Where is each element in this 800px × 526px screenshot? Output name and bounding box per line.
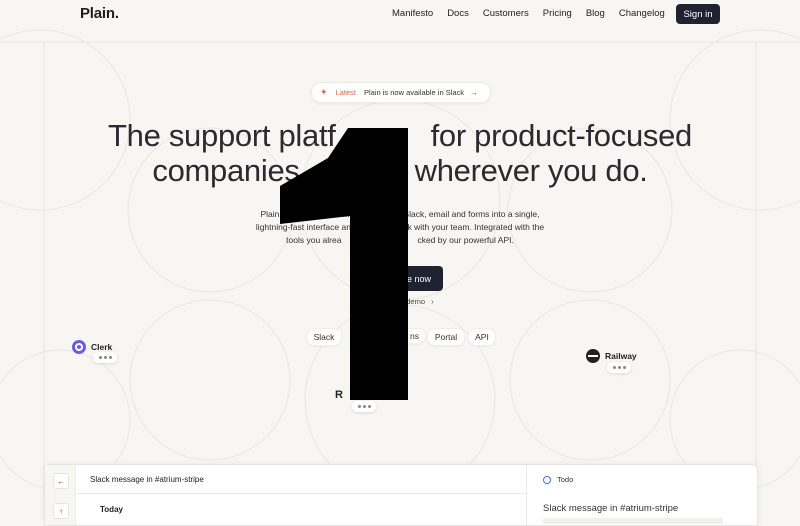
clerk-label: Clerk [91, 342, 113, 352]
chevron-right-icon: › [431, 297, 434, 306]
chip-api[interactable]: API [468, 328, 496, 346]
nav-link-docs[interactable]: Docs [447, 8, 469, 19]
up-arrow-icon[interactable]: ↑ [53, 503, 69, 519]
headline-part: wherever you do. [414, 153, 648, 188]
plain-logo[interactable]: Plain. [80, 5, 119, 22]
nav-link-changelog[interactable]: Changelog [619, 8, 665, 19]
thread-pane: Slack message in #atrium-stripe Today [76, 465, 527, 525]
nav-link-blog[interactable]: Blog [586, 8, 605, 19]
announcement-message: Plain is now available in Slack [363, 88, 465, 97]
sparkle-icon: ✦ [320, 87, 328, 97]
product-preview-panel: ← ↑ Slack message in #atrium-stripe Toda… [44, 464, 758, 526]
clerk-icon [72, 340, 86, 354]
nav-link-pricing[interactable]: Pricing [543, 8, 572, 19]
todo-label: Todo [557, 475, 574, 484]
status-todo[interactable]: Todo [543, 475, 573, 484]
top-nav: Plain. Manifesto Docs Customers Pricing … [0, 0, 800, 30]
back-arrow-icon[interactable]: ← [53, 473, 69, 489]
number-one-overlay [280, 128, 408, 400]
chip-portal[interactable]: Portal [427, 328, 465, 346]
headline-part: for product-focused [430, 118, 693, 153]
details-title: Slack message in #atrium-stripe [543, 503, 679, 514]
panel-toolbar: ← ↑ [45, 465, 76, 525]
railway-label: Railway [605, 351, 637, 361]
nav-link-manifesto[interactable]: Manifesto [392, 8, 433, 19]
typing-indicator [352, 401, 376, 412]
nav-links: Manifesto Docs Customers Pricing Blog Ch… [392, 8, 679, 19]
details-placeholder [543, 518, 723, 524]
arrow-right-icon: → [470, 88, 478, 97]
todo-status-icon [543, 475, 551, 484]
railway-icon [586, 349, 600, 363]
nav-link-customers[interactable]: Customers [483, 8, 529, 19]
announcement-pill[interactable]: ✦ Latest Plain is now available in Slack… [311, 82, 491, 103]
date-divider: Today [100, 505, 123, 514]
details-pane: Todo Slack message in #atrium-stripe [529, 465, 757, 525]
subtext-part: cked by our powerful API. [417, 235, 514, 245]
announcement-tag: Latest [335, 88, 356, 97]
thread-title: Slack message in #atrium-stripe [76, 465, 526, 494]
subtext-part: work with your team. Integrated with the [393, 222, 545, 232]
railway-logo: Railway [586, 349, 637, 363]
typing-indicator [93, 352, 117, 363]
sign-in-button[interactable]: Sign in [676, 4, 720, 24]
subtext-part: rom Slack, email and forms into a single… [386, 209, 540, 219]
typing-indicator [607, 362, 631, 373]
